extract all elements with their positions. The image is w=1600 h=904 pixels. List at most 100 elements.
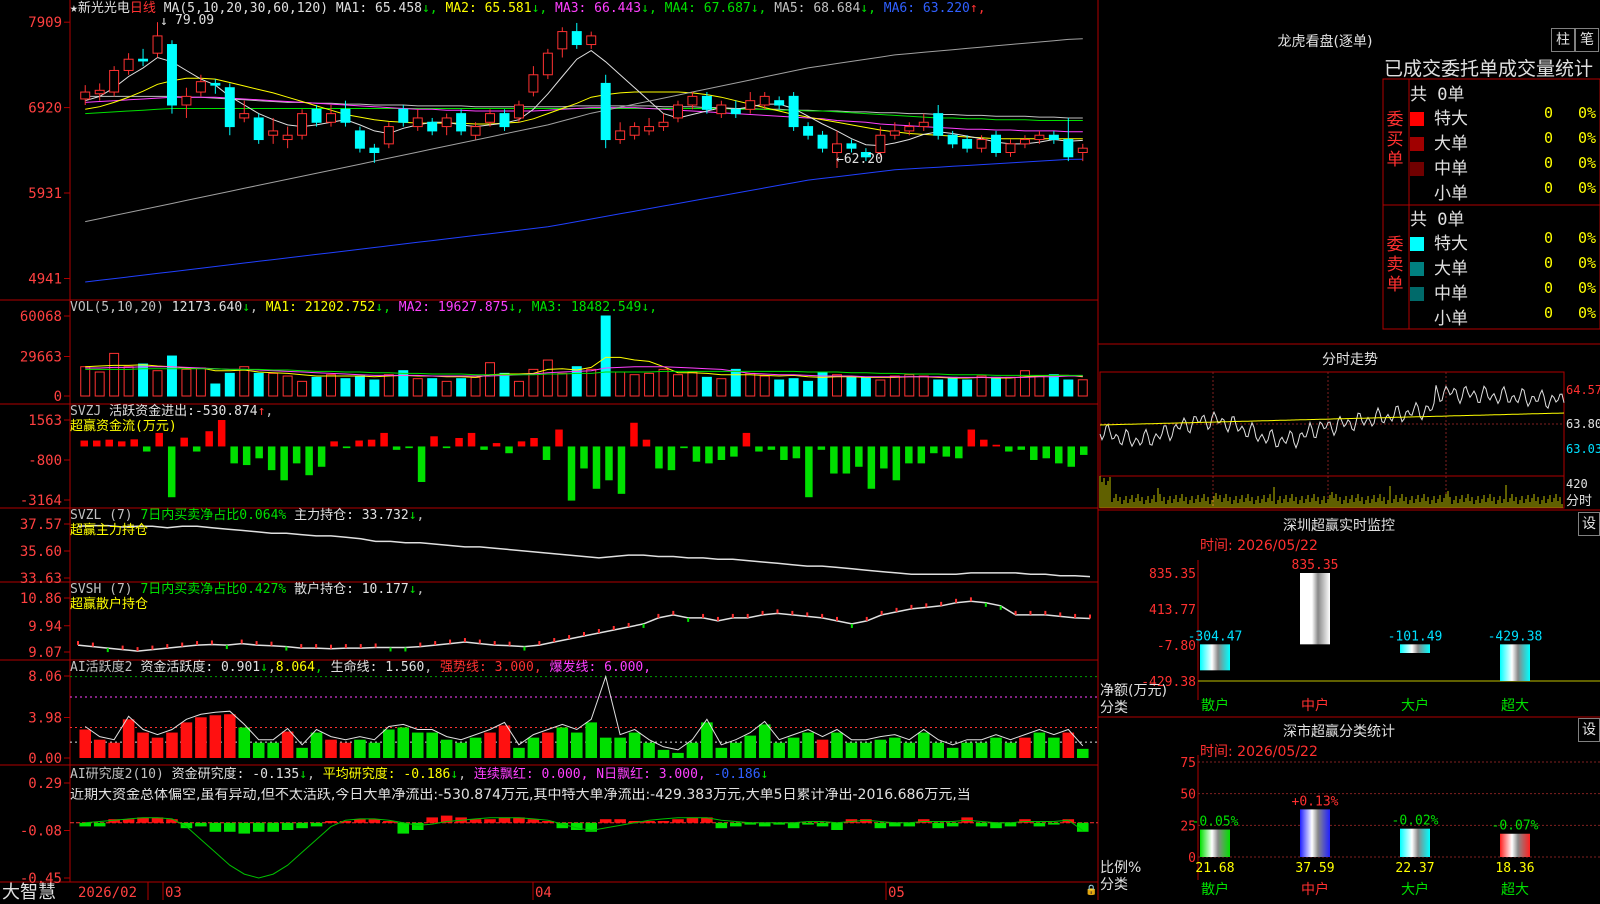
candle[interactable] — [239, 113, 250, 119]
svzj-bar[interactable] — [330, 441, 338, 447]
volume-bar[interactable] — [282, 375, 293, 397]
candle[interactable] — [730, 108, 741, 115]
svzj-bar[interactable] — [405, 446, 413, 449]
ai-res-bar[interactable] — [831, 822, 843, 830]
candle[interactable] — [788, 95, 799, 128]
svzj-bar[interactable] — [180, 437, 188, 447]
svzj-bar[interactable] — [1080, 446, 1088, 455]
ai-act-bar[interactable] — [281, 731, 294, 758]
period-label[interactable]: 日线 — [130, 1, 156, 16]
volume-bar[interactable] — [889, 375, 900, 397]
monitor-bar[interactable] — [1200, 644, 1230, 671]
svzj-bar[interactable] — [880, 446, 888, 469]
candle[interactable] — [1063, 139, 1074, 158]
ai-act-bar[interactable] — [339, 742, 352, 758]
svzj-bar[interactable] — [567, 446, 576, 501]
candle[interactable] — [181, 95, 192, 106]
ai-act-bar[interactable] — [758, 724, 771, 758]
candle[interactable] — [354, 130, 365, 149]
tick-mode-button[interactable]: 笔 — [1575, 28, 1599, 52]
ai-act-bar[interactable] — [1004, 742, 1017, 758]
volume-bar[interactable] — [441, 380, 452, 397]
candle[interactable] — [412, 117, 423, 128]
ai-act-bar[interactable] — [628, 732, 641, 758]
ai-act-bar[interactable] — [975, 742, 988, 758]
svzj-bar[interactable] — [555, 429, 563, 447]
svzj-bar[interactable] — [605, 446, 613, 481]
candle[interactable] — [326, 113, 336, 123]
svzj-bar[interactable] — [280, 446, 288, 481]
volume-bar[interactable] — [832, 374, 842, 397]
ai-act-bar[interactable] — [1062, 732, 1075, 758]
volume-bar[interactable] — [976, 375, 987, 397]
candle[interactable] — [571, 31, 582, 46]
candle[interactable] — [383, 126, 394, 145]
svzj-bar[interactable] — [980, 439, 988, 447]
svzj-bar[interactable] — [867, 446, 876, 489]
svzj-bar[interactable] — [242, 446, 251, 466]
ai-act-bar[interactable] — [166, 732, 178, 758]
svzj-bar[interactable] — [692, 446, 701, 462]
candle[interactable] — [586, 35, 597, 46]
volume-bar[interactable] — [860, 376, 871, 397]
ai-res-bar[interactable] — [614, 819, 626, 823]
ai-res-bar[interactable] — [1004, 822, 1017, 827]
svzj-bar[interactable] — [817, 446, 826, 450]
svzj-bar[interactable] — [580, 446, 588, 469]
svzj-bar[interactable] — [917, 446, 926, 464]
ai-act-bar[interactable] — [325, 739, 337, 758]
ai-act-bar[interactable] — [657, 749, 670, 758]
candle[interactable] — [195, 81, 206, 93]
svzj-bar[interactable] — [1005, 446, 1013, 452]
svzj-bar[interactable] — [617, 446, 626, 494]
ai-act-bar[interactable] — [701, 722, 713, 758]
candle[interactable] — [615, 130, 626, 141]
candle[interactable] — [499, 113, 510, 128]
svzj-bar[interactable] — [1055, 446, 1063, 464]
svzj-bar[interactable] — [1030, 446, 1038, 460]
volume-bar[interactable] — [658, 368, 669, 397]
ai-res-bar[interactable] — [787, 822, 800, 829]
candle[interactable] — [933, 113, 944, 136]
candle[interactable] — [687, 95, 698, 106]
volume-bar[interactable] — [427, 378, 438, 397]
volume-bar[interactable] — [933, 379, 944, 397]
svzj-bar[interactable] — [167, 446, 176, 498]
candle[interactable] — [889, 130, 900, 136]
ai-act-bar[interactable] — [180, 722, 193, 758]
svzj-bar[interactable] — [780, 446, 788, 460]
ai-res-bar[interactable] — [686, 817, 699, 823]
ai-res-bar[interactable] — [1048, 822, 1060, 825]
ai-act-bar[interactable] — [946, 747, 959, 758]
ai-act-bar[interactable] — [1076, 748, 1089, 758]
ai-act-bar[interactable] — [513, 747, 525, 758]
ai-act-bar[interactable] — [252, 742, 265, 758]
candle[interactable] — [976, 139, 987, 149]
ai-act-bar[interactable] — [599, 737, 612, 758]
ai-res-bar[interactable] — [252, 822, 265, 832]
svzj-bar[interactable] — [317, 446, 326, 467]
svzj-bar[interactable] — [730, 446, 738, 457]
svzj-bar[interactable] — [342, 446, 351, 449]
volume-bar[interactable] — [239, 366, 250, 397]
candle[interactable] — [138, 58, 149, 62]
svzj-bar[interactable] — [717, 446, 726, 460]
ai-act-bar[interactable] — [874, 739, 887, 758]
candle[interactable] — [109, 69, 120, 93]
stock-name[interactable]: 新光光电 — [78, 1, 130, 16]
candle[interactable] — [803, 126, 814, 136]
ai-res-bar[interactable] — [411, 822, 424, 830]
candle[interactable] — [991, 134, 1002, 154]
svzj-bar[interactable] — [830, 446, 838, 474]
volume-bar[interactable] — [152, 370, 163, 397]
svzj-bar[interactable] — [455, 437, 463, 447]
svzj-bar[interactable] — [505, 446, 513, 454]
svzj-bar[interactable] — [355, 440, 363, 447]
candle[interactable] — [456, 113, 467, 132]
volume-bar[interactable] — [846, 376, 857, 397]
svzj-bar[interactable] — [592, 446, 601, 489]
volume-bar[interactable] — [224, 372, 235, 397]
ai-act-bar[interactable] — [79, 729, 92, 758]
volume-bar[interactable] — [326, 374, 336, 397]
ai-res-bar[interactable] — [281, 822, 294, 830]
